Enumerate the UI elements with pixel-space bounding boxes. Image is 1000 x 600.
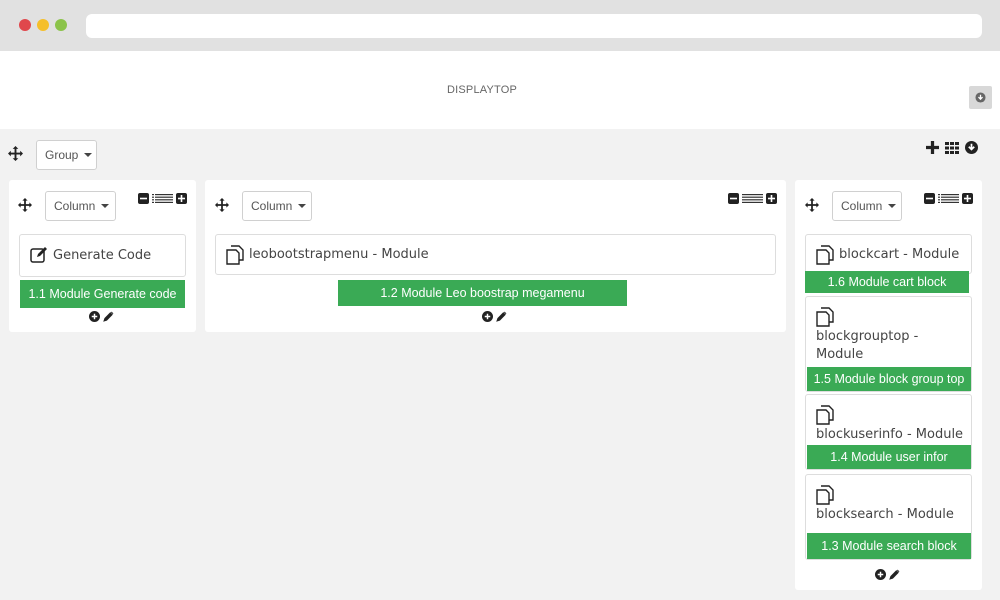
add-circle-icon[interactable] — [482, 311, 493, 322]
module-tag: 1.3 Module search block — [807, 533, 971, 559]
chevron-down-icon — [101, 204, 110, 208]
copy-icon — [816, 307, 834, 327]
circle-arrow-down-icon[interactable] — [965, 141, 978, 154]
module-name: blockcart - Module — [839, 247, 960, 262]
minus-square-icon[interactable] — [728, 193, 739, 204]
column-dropdown-label: Column — [251, 199, 293, 213]
width-bars-icon — [938, 194, 959, 203]
module-name: Generate Code — [53, 248, 152, 263]
browser-chrome — [0, 0, 1000, 51]
column-width-tools — [924, 193, 973, 204]
group-dropdown-label: Group — [45, 148, 79, 162]
window-minimize-dot[interactable] — [37, 19, 49, 31]
module-card[interactable]: Generate Code — [19, 234, 186, 277]
column-move-icon[interactable] — [18, 198, 32, 212]
width-bars-icon — [152, 194, 173, 203]
plus-square-icon[interactable] — [962, 193, 973, 204]
column-footer-tools — [89, 311, 114, 322]
module-tag: 1.2 Module Leo boostrap megamenu — [338, 280, 627, 306]
column-2: Column leobootstrapmenu - Module 1.2 Mod… — [205, 180, 786, 332]
copy-icon — [816, 405, 834, 425]
copy-icon — [226, 245, 244, 265]
module-card[interactable]: blockcart - Module — [805, 234, 972, 274]
add-circle-icon[interactable] — [89, 311, 100, 322]
copy-icon — [816, 245, 834, 265]
plus-square-icon[interactable] — [176, 193, 187, 204]
pencil-icon[interactable] — [103, 311, 114, 322]
column-3: Column blockcart - Module 1.6 Module car… — [795, 180, 982, 590]
group-dropdown[interactable]: Group — [36, 140, 97, 170]
module-tag: 1.6 Module cart block — [805, 271, 969, 293]
module-name-line2: Module — [816, 347, 864, 362]
module-tag: 1.1 Module Generate code — [20, 280, 185, 308]
edit-icon — [30, 246, 48, 264]
module-tag: 1.5 Module block group top — [807, 367, 971, 391]
group-move-icon[interactable] — [8, 146, 23, 161]
column-dropdown-label: Column — [54, 199, 96, 213]
pencil-icon[interactable] — [496, 311, 507, 322]
column-1: Column Generate Code 1.1 Module Generate… — [9, 180, 196, 332]
module-name: blocksearch - Module — [816, 507, 954, 522]
module-tag: 1.4 Module user infor — [807, 445, 971, 469]
grid-icon[interactable] — [945, 141, 959, 154]
module-card[interactable]: leobootstrapmenu - Module — [215, 234, 776, 275]
hook-header: DISPLAYTOP — [0, 51, 1000, 129]
window-maximize-dot[interactable] — [55, 19, 67, 31]
column-move-icon[interactable] — [805, 198, 819, 212]
column-width-tools — [728, 193, 777, 204]
column-footer-tools — [875, 569, 900, 580]
module-name: blockgrouptop - — [816, 329, 919, 344]
group-toolbar — [926, 141, 978, 154]
column-footer-tools — [482, 311, 507, 322]
pencil-icon[interactable] — [889, 569, 900, 580]
module-name: leobootstrapmenu - Module — [249, 247, 429, 262]
add-circle-icon[interactable] — [875, 569, 886, 580]
window-close-dot[interactable] — [19, 19, 31, 31]
hook-toggle-button[interactable] — [969, 86, 992, 109]
column-dropdown[interactable]: Column — [242, 191, 312, 221]
minus-square-icon[interactable] — [138, 193, 149, 204]
column-dropdown-label: Column — [841, 199, 883, 213]
width-bars-icon — [742, 194, 763, 203]
chevron-down-icon — [888, 204, 897, 208]
column-dropdown[interactable]: Column — [832, 191, 902, 221]
column-width-tools — [138, 193, 187, 204]
plus-square-icon[interactable] — [766, 193, 777, 204]
circle-arrow-down-icon — [975, 92, 986, 103]
address-bar[interactable] — [86, 14, 982, 38]
add-column-icon[interactable] — [926, 141, 939, 154]
chevron-down-icon — [84, 153, 93, 157]
column-dropdown[interactable]: Column — [45, 191, 116, 221]
module-name: blockuserinfo - Module — [816, 427, 964, 442]
copy-icon — [816, 485, 834, 505]
chevron-down-icon — [298, 204, 307, 208]
column-move-icon[interactable] — [215, 198, 229, 212]
minus-square-icon[interactable] — [924, 193, 935, 204]
hook-title: DISPLAYTOP — [446, 84, 518, 96]
